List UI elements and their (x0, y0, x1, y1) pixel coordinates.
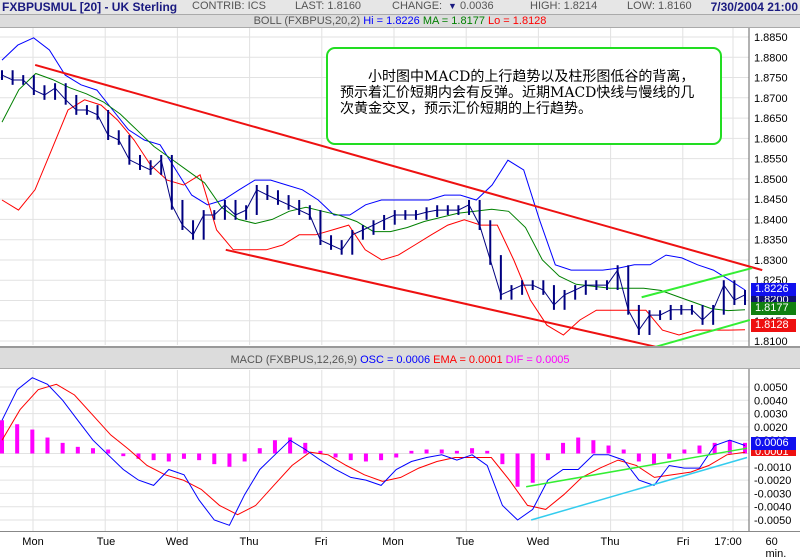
trendline-wedge-lower (651, 319, 751, 349)
macd-histogram-bar (561, 442, 566, 454)
boll-hi-box: 1.8226 (751, 283, 796, 296)
macd-histogram-bar (697, 445, 702, 454)
annotation-box: 小时图中MACD的上行趋势以及柱形图低谷的背离，预示着汇价短期内会有反弹。近期M… (326, 47, 722, 145)
macd-histogram-bar (15, 424, 20, 454)
x-unit-label: 60 min. (765, 536, 787, 560)
macd-tick-label: -0.0010 (754, 462, 791, 474)
price-tick-label: 1.8850 (754, 32, 788, 44)
macd-histogram-bar (121, 453, 126, 457)
macd-histogram-bar (591, 440, 596, 454)
price-tick-label: 1.8600 (754, 133, 788, 145)
macd-ema-line (1, 383, 746, 516)
price-tick-label: 1.8800 (754, 52, 788, 64)
trendline-channel-lower (225, 248, 692, 356)
macd-histogram-bar (454, 450, 459, 454)
x-tick-label: Fri (676, 536, 690, 548)
macd-histogram-bar (682, 449, 687, 454)
osc-box: 0.0006 (751, 437, 796, 450)
macd-osc: OSC = 0.0006 (360, 354, 431, 366)
price-tick-label: 1.8750 (754, 73, 788, 85)
macd-histogram-bar (379, 453, 384, 461)
trendline-wedge-upper (641, 267, 753, 299)
macd-histogram-bar (151, 453, 156, 461)
macd-histogram-bar (60, 442, 65, 454)
macd-histogram-bar (348, 453, 353, 461)
x-tick-label: 17:00 (714, 536, 742, 548)
macd-histogram-bar (545, 453, 550, 461)
ema-box: 0.0001 (751, 450, 796, 456)
x-tick-label: Mon (22, 536, 44, 548)
macd-histogram-bar (197, 453, 202, 461)
price-tick-label: 1.8700 (754, 93, 788, 105)
price-tick-label: 1.8500 (754, 174, 788, 186)
macd-histogram-bar (439, 449, 444, 454)
x-tick-label: Thu (600, 536, 620, 548)
macd-histogram-bar (181, 453, 186, 459)
x-tick-label: Wed (165, 536, 189, 548)
macd-tick-label: 0.0020 (754, 422, 788, 434)
macd-histogram-bar (606, 445, 611, 454)
macd-histogram-bar (409, 450, 414, 454)
macd-histogram-bar (515, 453, 520, 487)
macd-histogram-bar (45, 437, 50, 454)
macd-histogram-bar (227, 453, 232, 467)
macd-tick-label: -0.0040 (754, 502, 791, 514)
macd-histogram-bar (30, 429, 35, 454)
macd-histogram-bar (500, 453, 505, 465)
macd-histogram-bar (272, 440, 277, 454)
price-tick-label: 1.8650 (754, 113, 788, 125)
x-tick-label: Wed (526, 536, 550, 548)
macd-histogram-bar (621, 449, 626, 454)
macd-histogram-bar (257, 448, 262, 454)
macd-histogram-bar (242, 453, 247, 462)
x-tick-label: Tue (455, 536, 475, 548)
macd-histogram-bar (90, 448, 95, 454)
macd-histogram-bar (530, 453, 535, 483)
x-tick-label: Mon (382, 536, 404, 548)
price-tick-label: 1.8550 (754, 154, 788, 166)
macd-histogram-bar (394, 453, 399, 458)
price-tick-label: 1.8300 (754, 255, 788, 267)
macd-histogram-bar (667, 453, 672, 459)
price-tick-label: 1.8350 (754, 235, 788, 247)
macd-label: MACD (FXBPUS,12,26,9) (230, 354, 357, 366)
macd-histogram-bar (212, 453, 217, 465)
price-tick-label: 1.8450 (754, 194, 788, 206)
macd-histogram-bar (75, 446, 80, 454)
x-tick-label: Thu (239, 536, 259, 548)
macd-histogram-bar (576, 437, 581, 454)
macd-legend: MACD (FXBPUS,12,26,9) OSC = 0.0006 EMA =… (0, 346, 800, 369)
price-tick-label: 1.8400 (754, 214, 788, 226)
boll-lo-box: 1.8128 (751, 319, 796, 332)
boll-ma-box: 1.8177 (751, 302, 796, 315)
x-tick-label: Tue (96, 536, 116, 548)
macd-histogram-bar (424, 449, 429, 454)
macd-histogram-bar (652, 453, 657, 465)
macd-histogram-bar (470, 448, 475, 454)
macd-tick-label: 0.0030 (754, 409, 788, 421)
macd-histogram-bar (333, 453, 338, 458)
macd-dif: DIF = 0.0005 (505, 354, 570, 366)
macd-tick-label: -0.0050 (754, 515, 791, 527)
macd-tick-label: 0.0040 (754, 395, 788, 407)
macd-tick-label: -0.0020 (754, 475, 791, 487)
macd-histogram-bar (363, 453, 368, 462)
macd-histogram-bar (485, 450, 490, 454)
x-tick-label: Fri (314, 536, 328, 548)
macd-histogram-bar (636, 453, 641, 462)
macd-ema: EMA = 0.0001 (433, 354, 503, 366)
macd-tick-label: 0.0050 (754, 382, 788, 394)
macd-tick-label: -0.0030 (754, 488, 791, 500)
macd-histogram-bar (166, 453, 171, 462)
x-axis: Mon Tue Wed Thu Fri Mon Tue Wed Thu Fri … (0, 531, 800, 560)
